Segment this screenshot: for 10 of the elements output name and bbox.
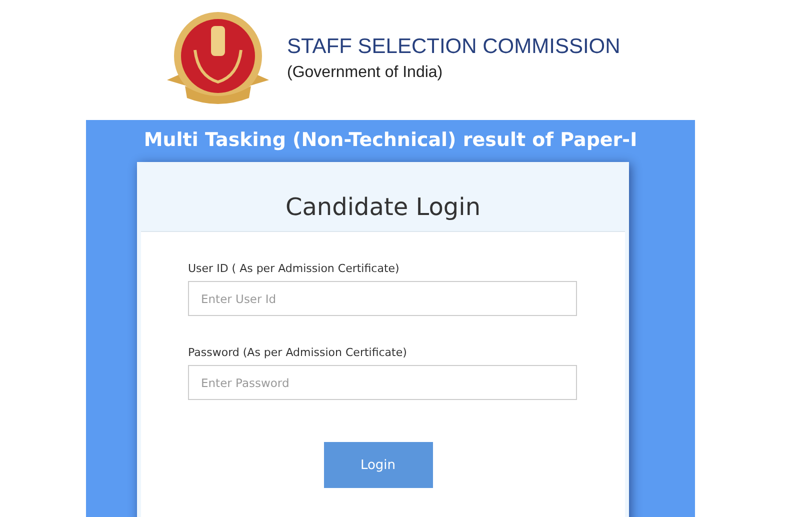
field-label: Password (As per Admission Certificate) — [188, 346, 408, 359]
result-title: Multi Tasking (Non-Technical) result of Paper-I — [142, 128, 638, 153]
organization-subtitle: (Government of India) — [287, 64, 444, 82]
login-heading: Candidate Login — [284, 193, 482, 223]
login-button[interactable]: Login — [324, 442, 432, 488]
field-label: User ID ( As per Admission Certificate) — [188, 262, 400, 275]
input-field[interactable]: Enter Password — [188, 365, 577, 400]
input-field[interactable]: Enter User Id — [188, 281, 577, 316]
emblem-icon — [165, 10, 271, 106]
organization-title: STAFF SELECTION COMMISSION — [287, 34, 620, 60]
